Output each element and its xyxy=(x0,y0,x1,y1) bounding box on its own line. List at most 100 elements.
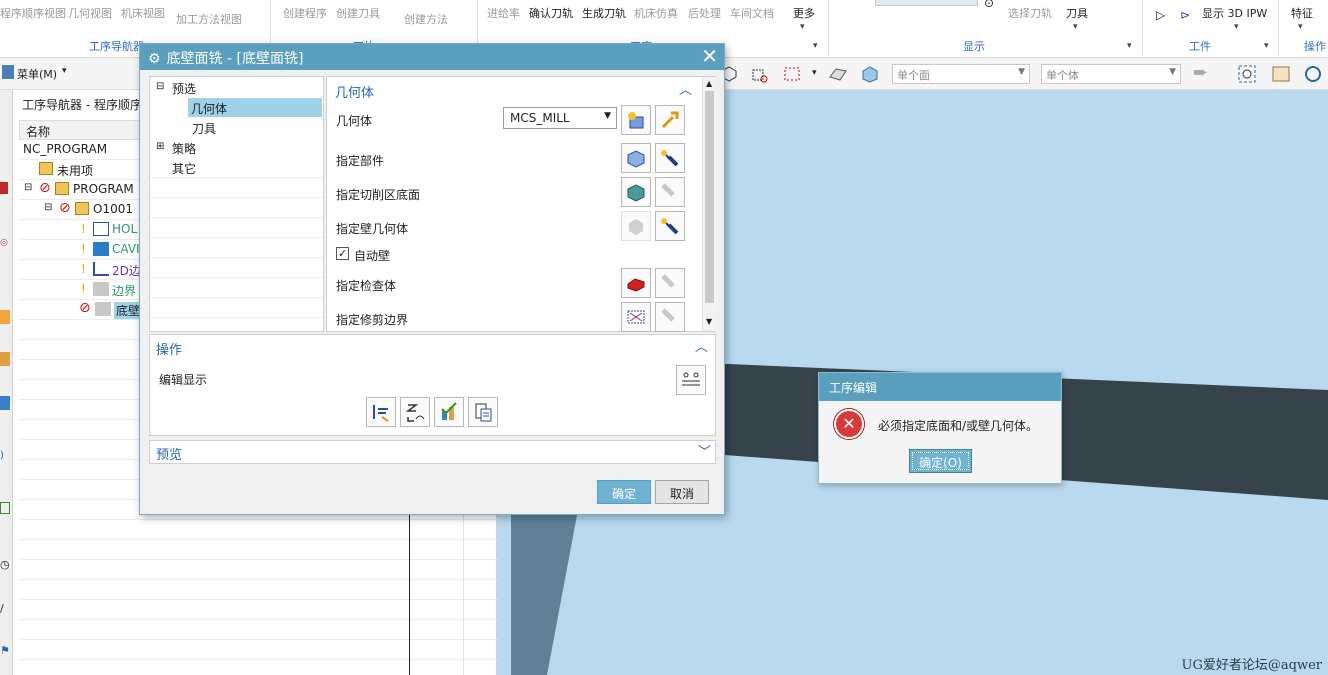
operations-section-title[interactable]: 操作 xyxy=(156,339,182,358)
menu-icon xyxy=(2,65,14,79)
clock-icon[interactable]: ◷ xyxy=(0,558,10,571)
zoom-fit-icon[interactable] xyxy=(1236,63,1258,85)
scroll-down-icon[interactable]: ▼ xyxy=(706,317,712,326)
list-button[interactable] xyxy=(468,397,498,427)
body-filter-icon[interactable] xyxy=(859,63,881,85)
pen-icon[interactable]: / xyxy=(0,602,4,615)
column-divider[interactable] xyxy=(409,515,410,675)
display-wall-button[interactable] xyxy=(655,211,685,241)
ribbon-machine-view[interactable]: 机床视图 xyxy=(121,5,165,21)
flashlight-icon xyxy=(661,150,679,167)
collapse-chevron-icon[interactable]: ︿ xyxy=(695,336,708,355)
display-part-button[interactable] xyxy=(655,143,685,173)
target-icon[interactable]: ◎ xyxy=(0,238,8,248)
ipw-arrow-icon[interactable]: ⊳ xyxy=(1180,8,1190,22)
rect-select-icon[interactable] xyxy=(781,63,803,85)
specify-floor-button[interactable] xyxy=(621,177,651,207)
verify-button[interactable] xyxy=(434,397,464,427)
error-ok-button[interactable]: 确定(O) xyxy=(909,449,972,473)
ribbon-geometry-view[interactable]: 几何视图 xyxy=(68,5,112,21)
expand-icon[interactable]: ⊞ xyxy=(156,141,164,152)
ribbon-feature[interactable]: 特征 xyxy=(1291,5,1313,21)
geometry-select[interactable]: MCS_MILL ▼ xyxy=(503,107,617,129)
ribbon-postprocess[interactable]: 后处理 xyxy=(688,5,721,21)
ribbon-feedrate[interactable]: 进给率 xyxy=(487,5,520,21)
tree-strategy[interactable]: 策略 xyxy=(172,140,196,157)
floor-wall-op-icon xyxy=(95,302,111,316)
boundary-op-icon xyxy=(93,282,109,296)
display-floor-button[interactable] xyxy=(655,177,685,207)
red-arrow-icon[interactable] xyxy=(0,182,8,194)
ribbon-create-method[interactable]: 创建方法 xyxy=(404,11,448,27)
floor-icon xyxy=(627,184,645,202)
tree-other[interactable]: 其它 xyxy=(172,160,196,177)
cube-orange-icon[interactable] xyxy=(0,310,10,324)
ribbon-create-program[interactable]: 创建程序 xyxy=(283,5,327,21)
scroll-thumb[interactable] xyxy=(705,91,714,303)
page-icon[interactable] xyxy=(0,502,10,514)
ribbon-tool[interactable]: 刀具 xyxy=(1066,5,1088,21)
generate-button[interactable] xyxy=(366,397,396,427)
dialog-title: 底壁面铣 - [底壁面铣] xyxy=(166,51,304,67)
ribbon-select-toolpath[interactable]: 选择刀轨 xyxy=(1008,5,1052,21)
ribbon-display-combo[interactable] xyxy=(875,0,978,6)
signal-icon[interactable]: ) xyxy=(0,450,4,461)
play-icon[interactable]: ▷ xyxy=(1156,8,1165,22)
close-icon[interactable]: ✕ xyxy=(701,45,718,67)
ribbon-more[interactable]: 更多 xyxy=(793,5,815,21)
blue-cube-icon[interactable] xyxy=(0,396,10,410)
edit-geometry-button[interactable] xyxy=(655,105,685,135)
face-filter-icon[interactable] xyxy=(827,63,849,85)
error-dialog-titlebar[interactable]: 工序编辑 xyxy=(819,373,1061,401)
tree-preselect[interactable]: 预选 xyxy=(172,80,196,97)
auto-wall-checkbox[interactable]: ✓ xyxy=(336,247,349,260)
geometry-section-title[interactable]: 几何体 xyxy=(335,82,374,101)
vertical-scrollbar[interactable]: ▲ ▼ xyxy=(702,77,716,331)
arrow-right-icon[interactable]: ➨ xyxy=(1193,62,1208,83)
cancel-button[interactable]: 取消 xyxy=(655,480,709,504)
dialog-titlebar[interactable]: ⚙ 底壁面铣 - [底壁面铣] ✕ xyxy=(140,44,724,70)
specify-wall-button[interactable] xyxy=(621,211,651,241)
replay-button[interactable] xyxy=(400,397,430,427)
display-trim-button[interactable] xyxy=(655,302,685,332)
pan-hand-icon[interactable] xyxy=(1270,63,1292,85)
rotate-icon[interactable] xyxy=(1302,63,1324,85)
collapse-icon[interactable]: ⊟ xyxy=(24,182,32,193)
ribbon-show-3d-ipw[interactable]: 显示 3D IPW xyxy=(1202,5,1267,21)
ribbon-generate-toolpath[interactable]: 生成刀轨 xyxy=(582,5,626,21)
navigator-title: 工序导航器 - 程序顺序 xyxy=(22,98,142,112)
ribbon-method-view[interactable]: 加工方法视图 xyxy=(176,11,242,27)
specify-trim-button[interactable] xyxy=(621,302,651,332)
collapse-icon[interactable]: ⊟ xyxy=(156,81,164,92)
ribbon-program-order-view[interactable]: 程序顺序视图 xyxy=(0,5,66,21)
collapse-chevron-icon[interactable]: ︿ xyxy=(679,79,692,98)
face-rule-combo[interactable]: 单个面 ▼ xyxy=(892,64,1030,84)
flag-icon[interactable]: ⚑ xyxy=(0,644,10,657)
ribbon-shop-doc[interactable]: 车间文档 xyxy=(730,5,774,21)
ok-button[interactable]: 确定 xyxy=(597,480,651,504)
select-cube-icon[interactable] xyxy=(748,63,770,85)
ribbon-verify-toolpath[interactable]: 确认刀轨 xyxy=(529,5,573,21)
ribbon-machine-sim[interactable]: 机床仿真 xyxy=(634,5,678,21)
tree-tool[interactable]: 刀具 xyxy=(192,120,216,137)
preview-section-title[interactable]: 预览 xyxy=(156,444,182,463)
expand-chevron-icon[interactable]: ﹀ xyxy=(698,441,711,460)
tree-geometry-selected[interactable]: 几何体 xyxy=(188,98,322,117)
preview-panel[interactable]: 预览 ﹀ xyxy=(149,440,716,464)
wall-icon xyxy=(629,219,643,235)
scroll-up-icon[interactable]: ▲ xyxy=(706,79,712,88)
menu-button[interactable]: 菜单(M) xyxy=(17,66,57,82)
edit-display-icon xyxy=(682,372,700,386)
display-check-button[interactable] xyxy=(655,268,685,298)
ribbon-create-tool[interactable]: 创建刀具 xyxy=(336,5,380,21)
edit-display-button[interactable] xyxy=(676,365,706,395)
collapse-icon[interactable]: ⊟ xyxy=(44,202,52,213)
specify-part-button[interactable] xyxy=(621,143,651,173)
flashlight-icon xyxy=(661,308,675,322)
error-message: 必须指定底面和/或壁几何体。 xyxy=(878,419,1039,433)
specify-check-button[interactable] xyxy=(621,268,651,298)
machine-icon[interactable] xyxy=(0,352,10,366)
trim-boundary-icon xyxy=(627,310,645,324)
body-rule-combo[interactable]: 单个体 ▼ xyxy=(1041,64,1181,84)
new-geometry-button[interactable] xyxy=(621,105,651,135)
